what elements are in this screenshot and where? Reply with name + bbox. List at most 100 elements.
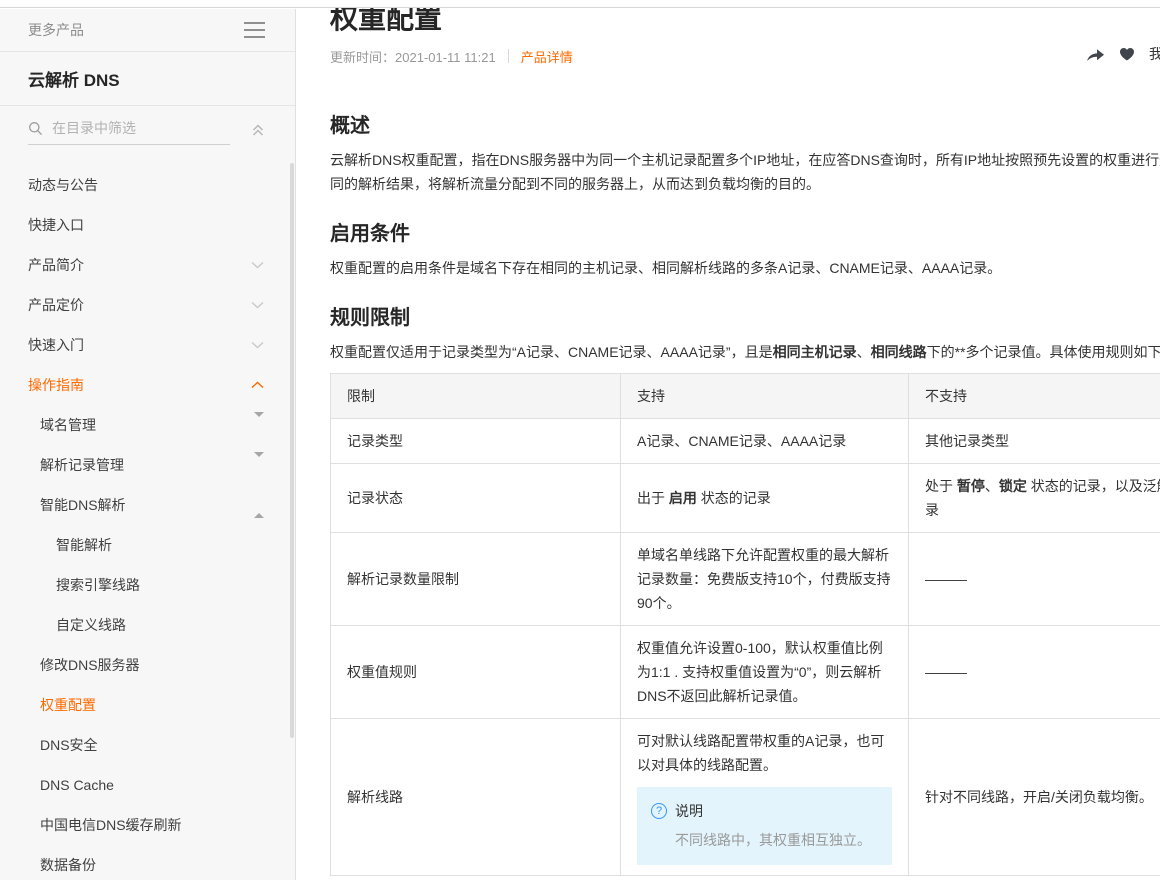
sidebar-item[interactable]: 中国电信DNS缓存刷新 — [0, 805, 295, 845]
cell-support-text: 出于 启用 状态的记录 — [637, 486, 892, 510]
cell-support-text: 单域名单线路下允许配置权重的最大解析记录数量：免费版支持10个，付费版支持90个… — [637, 543, 892, 615]
cell-not-support: ——— — [909, 533, 1160, 626]
cell-support: 权重值允许设置0-100，默认权重值比例为1:1 . 支持权重值设置为“0”，则… — [621, 626, 909, 719]
table-row: 权重值规则权重值允许设置0-100，默认权重值比例为1:1 . 支持权重值设置为… — [331, 626, 1160, 719]
sidebar-item-label: 域名管理 — [40, 415, 96, 435]
cell-limit: 解析记录数量限制 — [331, 533, 621, 626]
cell-support-text: 权重值允许设置0-100，默认权重值比例为1:1 . 支持权重值设置为“0”，则… — [637, 636, 892, 708]
cell-not-support: ——— — [909, 626, 1160, 719]
meta-divider — [508, 49, 509, 63]
doc-toolbar: 我 — [1086, 44, 1160, 64]
sidebar-item[interactable]: 快捷入口 — [0, 205, 295, 245]
sidebar-nav: 动态与公告快捷入口产品简介产品定价快速入门操作指南域名管理解析记录管理智能DNS… — [0, 163, 295, 880]
favorite-heart-icon[interactable] — [1119, 47, 1135, 61]
sidebar-item-label: 中国电信DNS缓存刷新 — [40, 815, 182, 835]
cell-limit: 解析线路 — [331, 719, 621, 876]
section-heading-enable: 启用条件 — [330, 220, 1160, 248]
cell-support: A记录、CNAME记录、AAAA记录 — [621, 419, 909, 464]
chevron-down-icon[interactable] — [251, 301, 264, 309]
sidebar-item[interactable]: 解析记录管理 — [0, 445, 295, 485]
product-detail-link[interactable]: 产品详情 — [521, 47, 573, 66]
sidebar-item[interactable]: 域名管理 — [0, 405, 295, 445]
sidebar-search — [0, 106, 295, 163]
overview-paragraph: 云解析DNS权重配置，指在DNS服务器中为同一个主机记录配置多个IP地址，在应答… — [330, 148, 1160, 196]
cell-limit: 权重值规则 — [331, 626, 621, 719]
cell-limit: 记录状态 — [331, 464, 621, 533]
search-icon — [28, 121, 43, 136]
sidebar-item[interactable]: 产品定价 — [0, 285, 295, 325]
sidebar-item-label: 搜索引擎线路 — [56, 575, 140, 595]
more-products-row: 更多产品 — [0, 9, 295, 52]
more-products-label[interactable]: 更多产品 — [28, 20, 84, 40]
sidebar-item[interactable]: 权重配置 — [0, 685, 295, 725]
question-icon: ? — [651, 803, 667, 819]
cell-support-text: 可对默认线路配置带权重的A记录，也可以对具体的线路配置。 — [637, 729, 892, 777]
sidebar-item[interactable]: 操作指南 — [0, 365, 295, 405]
cell-support-text: A记录、CNAME记录、AAAA记录 — [637, 429, 892, 453]
sidebar-item[interactable]: 智能DNS解析 — [0, 485, 295, 525]
note-text: 不同线路中，其权重相互独立。 — [675, 827, 878, 853]
table-row: 记录状态出于 启用 状态的记录处于 暂停、锁定 状态的记录，以及泛解析记录 — [331, 464, 1160, 533]
table-header-not-support: 不支持 — [909, 374, 1160, 419]
chevron-down-icon[interactable] — [251, 261, 264, 269]
sidebar-item-label: DNS安全 — [40, 735, 98, 755]
updated-time: 更新时间：2021-01-11 11:21 — [330, 47, 496, 66]
cell-not-support: 其他记录类型 — [909, 419, 1160, 464]
sidebar-item[interactable]: 数据备份 — [0, 845, 295, 880]
sidebar-item-label: 操作指南 — [28, 375, 84, 395]
favorite-label[interactable]: 我 — [1149, 44, 1160, 64]
hamburger-menu-icon[interactable] — [244, 22, 265, 38]
sidebar-item[interactable]: 产品简介 — [0, 245, 295, 285]
sidebar-item-label: 修改DNS服务器 — [40, 655, 140, 675]
search-input[interactable] — [52, 120, 212, 136]
sidebar-item-label: 产品简介 — [28, 255, 84, 275]
chevron-down-icon[interactable] — [251, 341, 264, 349]
sidebar-item[interactable]: 搜索引擎线路 — [0, 565, 295, 605]
cell-support: 单域名单线路下允许配置权重的最大解析记录数量：免费版支持10个，付费版支持90个… — [621, 533, 909, 626]
cell-limit: 记录类型 — [331, 419, 621, 464]
sidebar-item-label: 动态与公告 — [28, 175, 98, 195]
sidebar: 更多产品 云解析 DNS 动态与公告快捷入口产品简介产品定价快速入门操作指南域名… — [0, 9, 296, 880]
cell-support: 可对默认线路配置带权重的A记录，也可以对具体的线路配置。? 说明不同线路中，其权重… — [621, 719, 909, 876]
rules-paragraph: 权重配置仅适用于记录类型为“A记录、CNAME记录、AAAA记录”，且是相同主机… — [330, 340, 1160, 364]
table-row: 解析线路可对默认线路配置带权重的A记录，也可以对具体的线路配置。? 说明不同线路中… — [331, 719, 1160, 876]
sidebar-item[interactable]: 修改DNS服务器 — [0, 645, 295, 685]
collapse-all-icon[interactable] — [251, 123, 265, 142]
share-icon[interactable] — [1086, 47, 1105, 62]
sidebar-item-label: 快捷入口 — [28, 215, 84, 235]
cell-support: 出于 启用 状态的记录 — [621, 464, 909, 533]
main-content: 权重配置 更新时间：2021-01-11 11:21 产品详情 我 概述 云解析… — [296, 0, 1160, 876]
sidebar-scrollbar[interactable] — [290, 163, 294, 738]
sidebar-item[interactable]: 自定义线路 — [0, 605, 295, 645]
sidebar-item-label: 快速入门 — [28, 335, 84, 355]
sidebar-item-label: 解析记录管理 — [40, 455, 124, 475]
cell-not-support: 处于 暂停、锁定 状态的记录，以及泛解析记录 — [909, 464, 1160, 533]
table-row: 记录类型 A记录、CNAME记录、AAAA记录其他记录类型 — [331, 419, 1160, 464]
sidebar-item-label: 数据备份 — [40, 855, 96, 875]
sidebar-item-label: 权重配置 — [40, 695, 96, 715]
enable-paragraph: 权重配置的启用条件是域名下存在相同的主机记录、相同解析线路的多条A记录、CNAM… — [330, 256, 1160, 280]
meta-row: 更新时间：2021-01-11 11:21 产品详情 — [330, 46, 1160, 66]
cell-not-support: 针对不同线路，开启/关闭负载均衡。 — [909, 719, 1160, 876]
sidebar-item-label: 产品定价 — [28, 295, 84, 315]
sidebar-item-label: 智能DNS解析 — [40, 495, 126, 515]
product-title: 云解析 DNS — [28, 66, 120, 91]
sidebar-item-label: DNS Cache — [40, 777, 114, 793]
sidebar-item[interactable]: 动态与公告 — [0, 165, 295, 205]
sidebar-item[interactable]: 快速入门 — [0, 325, 295, 365]
sidebar-item-label: 智能解析 — [56, 535, 112, 555]
section-heading-overview: 概述 — [330, 112, 1160, 140]
table-header-row: 限制 支持 不支持 — [331, 374, 1160, 419]
sidebar-item[interactable]: DNS Cache — [0, 765, 295, 805]
table-header-limit: 限制 — [331, 374, 621, 419]
note-title: 说明 — [675, 799, 703, 823]
sidebar-item[interactable]: DNS安全 — [0, 725, 295, 765]
product-title-row: 云解析 DNS — [0, 52, 295, 106]
sidebar-item[interactable]: 智能解析 — [0, 525, 295, 565]
top-divider — [0, 0, 1160, 8]
limits-table: 限制 支持 不支持 记录类型A记录、CNAME记录、AAAA记录其他记录类型记录… — [330, 373, 1160, 876]
section-heading-rules: 规则限制 — [330, 304, 1160, 332]
chevron-up-icon[interactable] — [251, 381, 264, 389]
table-row: 解析记录数量限制单域名单线路下允许配置权重的最大解析记录数量：免费版支持10个，… — [331, 533, 1160, 626]
table-header-support: 支持 — [621, 374, 909, 419]
